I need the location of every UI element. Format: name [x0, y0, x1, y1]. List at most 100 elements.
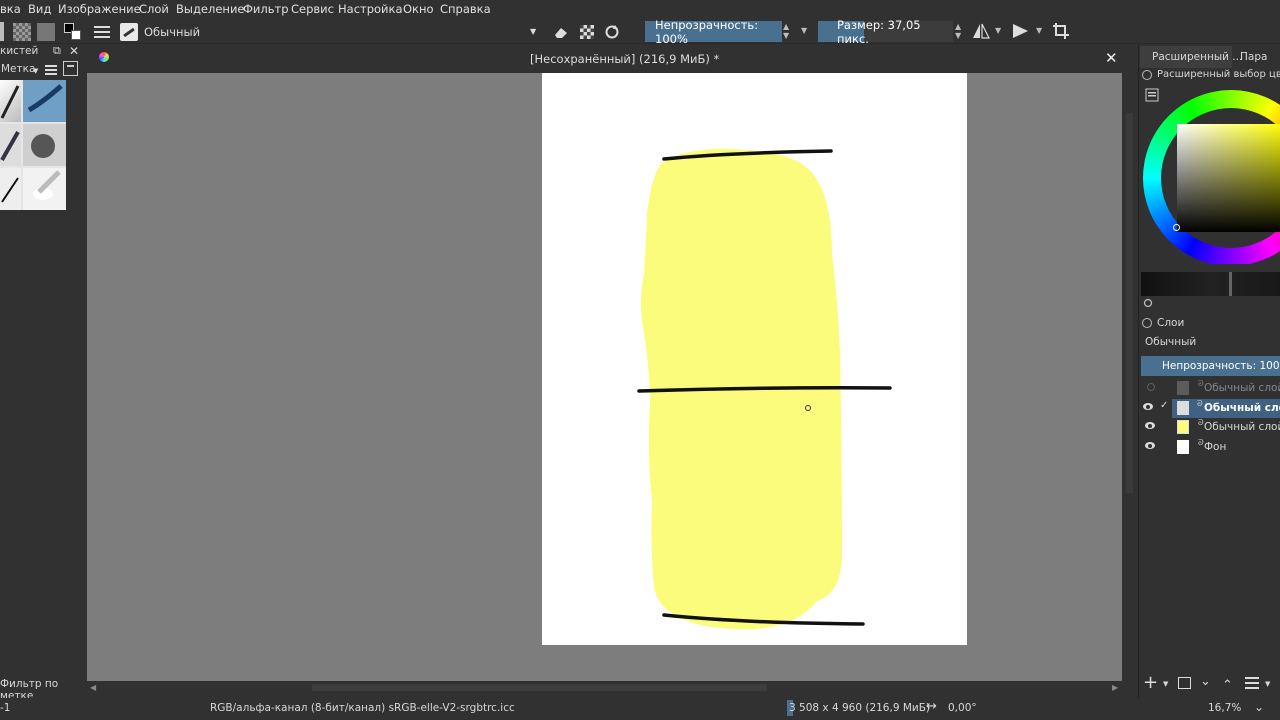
tag-dropdown[interactable]: Метка — [1, 63, 35, 75]
blend-mode-dropdown[interactable]: Обычный ▼ — [144, 22, 544, 41]
menu-item-filter[interactable]: Фильтр — [243, 2, 289, 16]
visible-eye-icon[interactable] — [1143, 403, 1153, 410]
layer-row[interactable]: ᘐ Обычный слой 2 — [1140, 379, 1280, 398]
color-history-bar[interactable] — [1141, 272, 1280, 296]
tab-advanced-color[interactable]: Расширенный ... — [1140, 46, 1242, 68]
scroll-left-icon[interactable]: ◀ — [90, 683, 96, 692]
check-icon[interactable]: ✓ — [1160, 400, 1168, 411]
layer-thumbnail — [1177, 440, 1189, 454]
layer-row[interactable]: ᘐ Обычный слой 2 — [1140, 418, 1280, 437]
right-docker-panel: Расширенный ... Пара Расширенный выбор ц… — [1138, 44, 1280, 700]
layer-name: Обычный сло... — [1204, 402, 1280, 414]
color-picker-handle[interactable] — [1173, 224, 1180, 231]
tab-label: Расширенный ... — [1152, 51, 1243, 63]
brush-preset-airbrush[interactable] — [23, 124, 66, 166]
menu-item-service[interactable]: Сервис — [291, 2, 334, 16]
menu-item-layer[interactable]: Слой — [139, 2, 169, 16]
horizontal-scrollbar[interactable]: ◀ ▶ — [87, 681, 1126, 695]
image-dimensions[interactable]: 3 508 x 4 960 (216,9 МиБ) — [789, 702, 930, 714]
status-code: -1 — [0, 702, 11, 714]
menu-bar: вка Вид Изображение Слой Выделение Фильт… — [0, 0, 1280, 19]
close-document-icon[interactable]: ✕ — [1105, 49, 1118, 67]
menu-item-select[interactable]: Выделение — [176, 2, 245, 16]
brush-preset-icon[interactable] — [118, 22, 140, 41]
layer-properties-icon[interactable] — [1245, 677, 1259, 689]
mirror-horizontal-icon[interactable] — [972, 23, 990, 42]
opacity-label: Непрозрачность: 100% — [655, 17, 759, 46]
tab-params[interactable]: Пара — [1240, 51, 1267, 63]
swap-colors-icon[interactable] — [62, 22, 84, 41]
zoom-level[interactable]: 16,7% — [1208, 702, 1241, 714]
rotate-icon[interactable]: ↔ — [926, 699, 937, 714]
scrollbar-thumb[interactable] — [312, 684, 767, 691]
chevron-down-icon[interactable]: ▼ — [995, 26, 1001, 35]
refresh-icon[interactable] — [1143, 298, 1153, 308]
add-layer-icon[interactable]: + — [1143, 672, 1158, 693]
menu-item-view[interactable]: Вид — [28, 2, 51, 16]
layer-name: Обычный слой 2 — [1204, 421, 1280, 433]
layer-row-selected[interactable]: ᘐ Обычный сло... — [1172, 399, 1280, 418]
document-page[interactable] — [542, 73, 967, 645]
move-layer-up-icon[interactable]: ⌃ — [1222, 678, 1233, 693]
menu-item-image[interactable]: Изображение — [58, 2, 141, 16]
brush-preset-marker[interactable] — [0, 124, 21, 166]
gradient-icon[interactable] — [12, 22, 32, 41]
menu-item-window[interactable]: Окно — [403, 2, 434, 16]
layer-opacity-slider[interactable]: Непрозрачность: 100% — [1141, 356, 1280, 376]
chevron-down-icon[interactable]: ▼ — [801, 26, 807, 35]
menu-item-tools[interactable]: вка — [0, 2, 21, 16]
visible-eye-icon[interactable] — [1145, 442, 1155, 449]
status-bar: -1 RGB/альфа-канал (8-бит/канал) sRGB-el… — [0, 698, 1280, 720]
size-slider[interactable]: Размер: 37,05 пикс. — [818, 18, 953, 46]
chevron-down-icon: ▼ — [530, 27, 537, 36]
visible-eye-icon[interactable] — [1145, 422, 1155, 429]
eraser-icon[interactable] — [551, 22, 571, 41]
menu-item-settings[interactable]: Настройка — [338, 2, 403, 16]
color-profile-label[interactable]: RGB/альфа-канал (8-бит/канал) sRGB-elle-… — [210, 702, 515, 714]
layer-row[interactable]: ᘐ Фон — [1140, 438, 1280, 457]
opacity-spin-icon[interactable]: ▲ ▼ — [783, 22, 789, 40]
reload-preset-icon[interactable] — [602, 22, 622, 41]
fg-color-swatch[interactable] — [0, 22, 4, 41]
krita-logo-icon — [99, 52, 109, 62]
scroll-right-icon[interactable]: ▶ — [1112, 683, 1118, 692]
docker-float-icon[interactable] — [1142, 318, 1152, 328]
vertical-scrollbar[interactable] — [1124, 73, 1136, 681]
canvas-viewport[interactable] — [87, 73, 1122, 681]
add-tag-icon[interactable] — [63, 61, 78, 76]
brush-preset-pencil[interactable] — [0, 168, 21, 210]
saturation-value-square[interactable] — [1177, 124, 1280, 232]
layer-thumbnail — [1177, 420, 1189, 434]
list-view-icon[interactable] — [45, 65, 57, 75]
alpha-lock-icon[interactable] — [577, 22, 597, 41]
chevron-down-icon[interactable]: ▼ — [1265, 680, 1270, 688]
color-wheel-selector[interactable] — [1142, 88, 1280, 264]
menu-item-help[interactable]: Справка — [440, 2, 491, 16]
tool-options-bar: Обычный ▼ — [0, 19, 1280, 44]
chevron-down-icon[interactable]: ▼ — [1036, 26, 1042, 35]
brush-preset-pen-selected[interactable] — [23, 80, 66, 122]
size-spin-icon[interactable]: ▲ ▼ — [955, 22, 961, 40]
duplicate-layer-icon[interactable] — [1178, 677, 1191, 689]
scrollbar-thumb[interactable] — [1126, 113, 1133, 493]
float-icon[interactable]: ⧉ — [53, 44, 61, 58]
brush-preset-eraser[interactable] — [23, 168, 66, 210]
close-icon[interactable]: ✕ — [69, 44, 79, 58]
brush-preset-ink[interactable] — [0, 80, 21, 122]
move-layer-down-icon[interactable]: ⌄ — [1200, 674, 1211, 689]
chevron-down-icon[interactable]: ▼ — [1163, 680, 1168, 688]
crop-icon[interactable] — [1052, 22, 1070, 43]
hidden-eye-icon[interactable] — [1147, 383, 1155, 391]
rotation-value[interactable]: 0,00° — [948, 702, 977, 714]
color-selector-title: Расширенный выбор цвета — [1157, 69, 1280, 80]
pattern-icon[interactable] — [36, 22, 56, 41]
blend-mode-label: Обычный — [144, 24, 201, 39]
size-label: Размер: 37,05 пикс. — [837, 17, 921, 46]
layer-name: Обычный слой 2 — [1204, 382, 1280, 394]
brush-settings-icon[interactable] — [92, 22, 112, 41]
docker-float-icon[interactable] — [1142, 70, 1152, 80]
zoom-menu-icon[interactable]: ⌄ — [1254, 700, 1264, 714]
mirror-vertical-icon[interactable] — [1012, 23, 1030, 42]
layer-blend-mode[interactable]: Обычный — [1145, 336, 1196, 348]
opacity-slider[interactable]: Непрозрачность: 100% — [645, 18, 782, 46]
